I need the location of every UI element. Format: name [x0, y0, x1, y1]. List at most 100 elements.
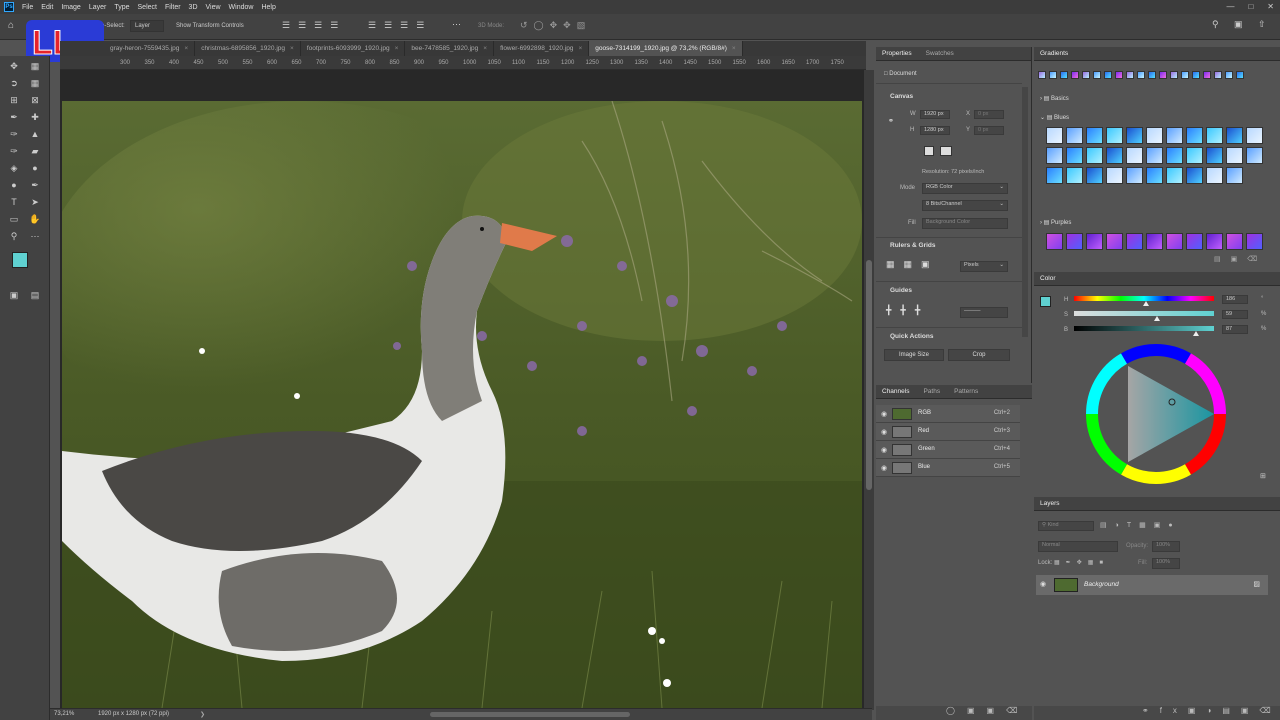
workspace-icon[interactable]: ▣ [1234, 19, 1243, 30]
gradient-swatch[interactable] [1104, 71, 1112, 79]
mode-dropdown[interactable]: RGB Color ⌄ [922, 183, 1008, 194]
horizontal-scroll-thumb[interactable] [430, 712, 630, 717]
show-transform-checkbox[interactable]: Show Transform Controls [176, 23, 244, 29]
gradient-swatch[interactable] [1186, 127, 1203, 144]
move-tool-icon[interactable]: ✥ [7, 59, 21, 73]
link-icon[interactable]: ⚭ [888, 117, 894, 125]
tab-swatches[interactable]: Swatches [926, 50, 954, 57]
healing-brush-icon[interactable]: ✚ [28, 110, 42, 124]
gradient-swatch[interactable] [1206, 233, 1223, 250]
properties-scrollbar[interactable] [1022, 87, 1028, 337]
layer-filter-kind[interactable]: ⚲ Kind [1038, 521, 1094, 531]
gradient-swatch[interactable] [1225, 71, 1233, 79]
gradient-swatch[interactable] [1192, 71, 1200, 79]
status-arrow-icon[interactable]: ❯ [200, 711, 205, 718]
gradient-swatch[interactable] [1166, 127, 1183, 144]
distribute-icons[interactable]: ☰☰☰☰ [368, 20, 432, 31]
rulers-grids-title[interactable]: Rulers & Grids [890, 242, 936, 249]
frame-tool-icon[interactable]: ⊠ [28, 93, 42, 107]
gradient-swatch[interactable] [1066, 127, 1083, 144]
eye-icon[interactable]: ◉ [1040, 580, 1046, 588]
gradient-swatch[interactable] [1246, 127, 1263, 144]
home-icon[interactable]: ⌂ [8, 20, 14, 31]
gradient-swatch[interactable] [1146, 233, 1163, 250]
tab-paths[interactable]: Paths [923, 388, 940, 395]
gradient-swatch[interactable] [1066, 233, 1083, 250]
menu-type[interactable]: Type [114, 4, 129, 11]
fill-dropdown[interactable]: Background Color [922, 218, 1008, 229]
search-icon[interactable]: ⚲ [1212, 19, 1227, 30]
zoom-level[interactable]: 73,21% [54, 711, 74, 717]
saturation-slider[interactable] [1074, 311, 1214, 316]
quick-actions-title[interactable]: Quick Actions [890, 333, 933, 340]
3d-tools-icons[interactable]: ↺◯✥✥▧ [520, 20, 591, 31]
artboard-tool-icon[interactable]: ▦ [28, 59, 42, 73]
menu-select[interactable]: Select [138, 4, 157, 11]
folder-basics[interactable]: › ▤ Basics [1040, 95, 1069, 102]
rectangle-tool-icon[interactable]: ▭ [7, 212, 21, 226]
menu-3d[interactable]: 3D [189, 4, 198, 11]
menu-image[interactable]: Image [61, 4, 80, 11]
gradient-swatch[interactable] [1046, 167, 1063, 184]
type-tool-icon[interactable]: T [7, 195, 21, 209]
minimize-icon[interactable]: — [1226, 2, 1234, 11]
y-field[interactable]: 0 px [974, 126, 1004, 135]
close-tab-icon[interactable]: × [184, 45, 188, 52]
tab-gradients[interactable]: Gradients [1040, 50, 1068, 57]
color-foreground-swatch[interactable] [1040, 296, 1051, 307]
tab-properties[interactable]: Properties [882, 50, 912, 57]
quick-mask-icon[interactable]: ▣ [7, 288, 21, 302]
eye-icon[interactable]: ◉ [881, 446, 887, 454]
gradient-swatch[interactable] [1046, 127, 1063, 144]
more-options-icon[interactable]: ⋯ [452, 19, 461, 30]
gradient-swatch[interactable] [1126, 147, 1143, 164]
lasso-tool-icon[interactable]: ➲ [7, 76, 21, 90]
layer-filter-icons[interactable]: ▤◑T▦▣● [1100, 521, 1181, 529]
eyedropper-icon[interactable]: ✒ [7, 110, 21, 124]
scroll-thumb[interactable] [866, 260, 872, 490]
gradient-swatch[interactable] [1126, 167, 1143, 184]
channel-row-rgb[interactable]: ◉ RGB Ctrl+2 [876, 405, 1020, 423]
guide-icons[interactable]: ╋╋╋ [886, 305, 929, 316]
blend-mode-dropdown[interactable]: Normal [1038, 541, 1118, 552]
pen-tool-icon[interactable]: ✒ [28, 178, 42, 192]
gradient-swatch[interactable] [1060, 71, 1068, 79]
gradient-swatch[interactable] [1206, 147, 1223, 164]
tab-bee[interactable]: bee-7478585_1920.jpg × [405, 41, 495, 56]
menu-window[interactable]: Window [229, 4, 254, 11]
guides-title[interactable]: Guides [890, 287, 912, 294]
close-tab-icon[interactable]: × [732, 45, 736, 52]
gradient-swatch[interactable] [1066, 167, 1083, 184]
add-swatch-icon[interactable]: ⊞ [1260, 472, 1266, 480]
tab-patterns[interactable]: Patterns [954, 388, 978, 395]
gradient-swatch[interactable] [1082, 71, 1090, 79]
screen-mode-icon[interactable]: ▤ [28, 288, 42, 302]
hue-slider-thumb[interactable] [1143, 301, 1150, 306]
gradient-swatch[interactable] [1126, 71, 1134, 79]
color-wheel[interactable] [1084, 342, 1228, 486]
eye-icon[interactable]: ◉ [881, 428, 887, 436]
foreground-color-swatch[interactable] [12, 252, 28, 268]
close-tab-icon[interactable]: × [578, 45, 582, 52]
gradient-swatch[interactable] [1137, 71, 1145, 79]
portrait-icon[interactable] [924, 146, 934, 156]
fill-field[interactable]: 100% [1152, 558, 1180, 569]
gradient-swatch[interactable] [1146, 147, 1163, 164]
menu-help[interactable]: Help [261, 4, 275, 11]
gradient-swatch[interactable] [1166, 167, 1183, 184]
eye-icon[interactable]: ◉ [881, 464, 887, 472]
gradient-swatch[interactable] [1066, 147, 1083, 164]
gradient-swatch[interactable] [1148, 71, 1156, 79]
close-icon[interactable]: ✕ [1267, 2, 1274, 11]
menu-file[interactable]: File [22, 4, 33, 11]
gradient-swatch[interactable] [1106, 167, 1123, 184]
opacity-field[interactable]: 100% [1152, 541, 1180, 552]
clone-stamp-icon[interactable]: ▲ [28, 127, 42, 141]
height-field[interactable]: 1280 px [920, 126, 950, 135]
width-field[interactable]: 1920 px [920, 110, 950, 119]
gradient-swatch[interactable] [1186, 233, 1203, 250]
tab-gray-heron[interactable]: gray-heron-7559435.jpg × [60, 41, 196, 56]
paint-bucket-icon[interactable]: ◈ [7, 161, 21, 175]
image-size-button[interactable]: Image Size [884, 349, 944, 361]
tab-color[interactable]: Color [1040, 275, 1056, 282]
